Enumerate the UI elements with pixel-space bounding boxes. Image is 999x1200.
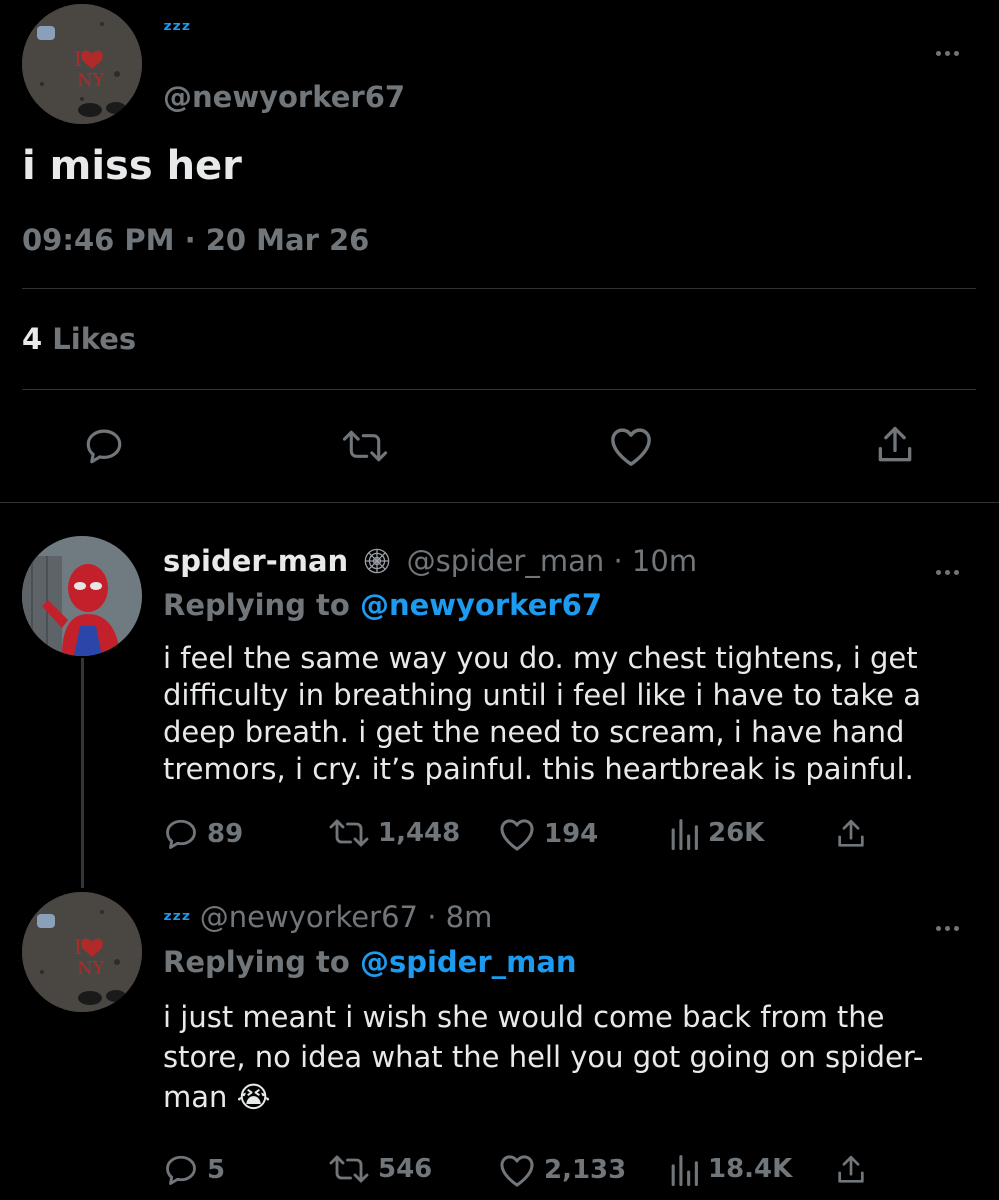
reply-count-value: 5 [207,1155,226,1185]
like-icon[interactable] [607,424,655,468]
views-icon [671,819,698,850]
like-count-value: 2,133 [544,1155,627,1185]
divider [22,288,976,289]
tweet-text: i miss her [22,143,242,189]
like-count-value: 194 [544,819,599,849]
likes-summary[interactable]: 4 Likes [22,322,136,356]
reply-icon[interactable] [82,424,126,468]
replying-to-prefix: Replying to [163,588,350,622]
author-handle[interactable]: @newyorker67 [200,900,418,934]
timestamp[interactable]: 09:46 PM · 20 Mar 26 [22,223,369,257]
share-icon[interactable] [833,814,869,854]
retweet-count-value: 1,448 [378,818,461,848]
avatar-newyorker67[interactable]: I NY [22,892,142,1012]
display-name: ᶻᶻᶻ [163,18,191,43]
retweet-count[interactable]: 546 [328,1152,432,1186]
more-options-icon[interactable] [936,560,963,579]
retweet-count[interactable]: 1,448 [328,816,460,850]
more-options-icon[interactable] [936,41,963,60]
view-count[interactable]: 18.4K [668,1152,792,1186]
svg-text:NY: NY [77,70,106,91]
retweet-count-value: 546 [378,1154,433,1184]
reply-icon [166,819,196,849]
text-line: i just meant i wish she would come back … [163,1000,885,1034]
views-icon [671,1155,698,1186]
retweet-icon [329,819,369,847]
reply-count-value: 89 [207,819,244,849]
retweet-icon[interactable] [340,424,390,468]
avatar-spider-man[interactable] [22,536,142,656]
share-icon[interactable] [872,422,918,468]
reply-icon [166,1155,196,1185]
svg-text:NY: NY [77,958,106,979]
web-icon [363,547,391,582]
divider [0,502,999,503]
view-count[interactable]: 26K [668,816,764,850]
text-line: tremors, i cry. it’s painful. this heart… [163,752,914,786]
author-handle[interactable]: @spider_man [407,544,605,578]
text-line: man 😭 [163,1080,271,1114]
reply-count[interactable]: 5 [163,1152,225,1188]
text-line: i feel the same way you do. my chest tig… [163,641,918,675]
replying-to-handle[interactable]: @newyorker67 [360,588,602,622]
likes-count: 4 [22,322,43,356]
retweet-icon [329,1155,369,1183]
svg-text:I: I [74,47,82,71]
reply-count[interactable]: 89 [163,816,243,852]
text-line: store, no idea what the hell you got goi… [163,1040,924,1074]
like-count[interactable]: 2,133 [498,1152,626,1188]
text-line: difficulty in breathing until i feel lik… [163,678,921,712]
divider [22,389,976,390]
replying-to-prefix: Replying to [163,945,350,979]
author-name[interactable]: ᶻᶻᶻ [163,908,191,933]
reply-header: ᶻᶻᶻ @newyorker67 · 8m [163,900,492,934]
like-icon [500,1155,534,1187]
thread-line [81,658,84,888]
post-time[interactable]: · 8m [427,900,492,934]
replying-to: Replying to @spider_man [163,945,577,979]
reply-text: i just meant i wish she would come back … [163,997,978,1117]
like-count[interactable]: 194 [498,816,598,852]
replying-to: Replying to @newyorker67 [163,588,602,622]
handle[interactable]: @newyorker67 [163,80,405,114]
view-count-value: 18.4K [708,1154,793,1184]
text-line: deep breath. i get the need to scream, i… [163,715,905,749]
replying-to-handle[interactable]: @spider_man [360,945,577,979]
avatar-newyorker67[interactable]: I NY [22,4,142,124]
likes-label: Likes [52,322,137,356]
more-options-icon[interactable] [936,916,963,935]
author-name[interactable]: spider-man [163,544,348,578]
svg-text:I: I [74,935,82,959]
view-count-value: 26K [708,818,765,848]
reply-header: spider-man @spider_man · 10m [163,544,697,582]
reply-text: i feel the same way you do. my chest tig… [163,640,978,788]
post-time[interactable]: · 10m [613,544,697,578]
share-icon[interactable] [833,1150,869,1190]
like-icon [500,819,534,851]
